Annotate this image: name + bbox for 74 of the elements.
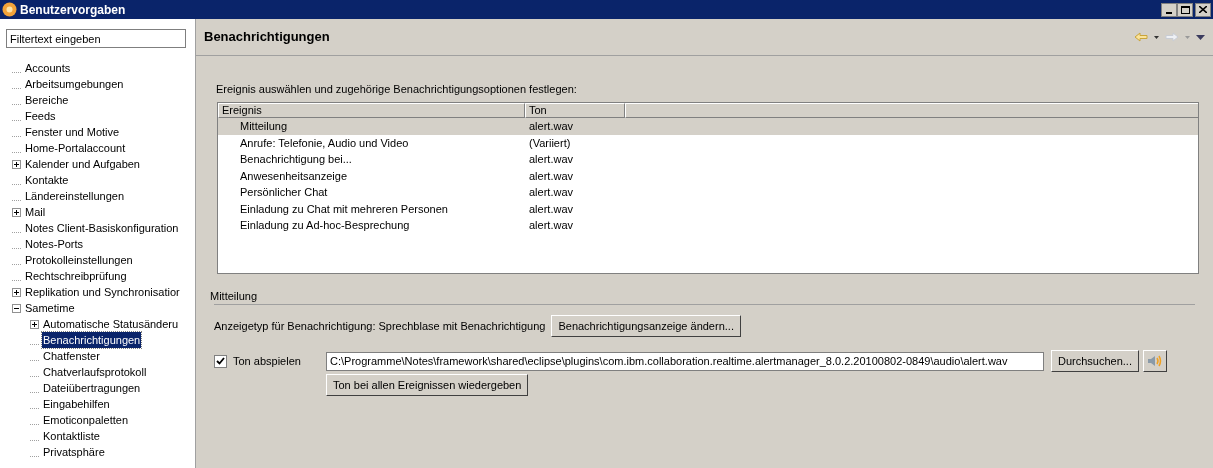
tree-item[interactable]: Kontaktliste bbox=[42, 427, 101, 445]
tree-item[interactable]: Ländereinstellungen bbox=[24, 187, 126, 205]
close-button[interactable] bbox=[1195, 2, 1211, 17]
tree-item[interactable]: Protokolleinstellungen bbox=[24, 251, 134, 269]
tree-item[interactable]: Dateiübertragungen bbox=[42, 379, 142, 397]
tree-item[interactable]: Kontakte bbox=[24, 171, 70, 189]
table-row[interactable]: Anrufe: Telefonie, Audio und Video (Variiert) bbox=[218, 134, 1198, 151]
tree-item[interactable]: Arbeitsumgebungen bbox=[24, 75, 125, 93]
table-cell-text: Anwesenheitsanzeige bbox=[239, 168, 349, 184]
maximize-button[interactable] bbox=[1177, 2, 1193, 17]
description-text: Ereignis auswählen und zugehörige Benachrichtigungsoptionen festlegen: bbox=[216, 82, 578, 95]
column-header[interactable]: Ton bbox=[525, 103, 625, 118]
close-icon bbox=[1199, 6, 1207, 13]
expand-icon[interactable] bbox=[12, 207, 21, 217]
table-row[interactable]: Benachrichtigung bei... alert.wav bbox=[218, 151, 1198, 168]
tree-item[interactable]: Benachrichtigungen bbox=[42, 331, 142, 349]
page-title: Benachrichtigungen bbox=[204, 28, 330, 47]
table-cell-text: Benachrichtigung bei... bbox=[239, 152, 353, 167]
column-header[interactable]: Ereignis bbox=[218, 103, 525, 118]
table-cell-text: alert.wav bbox=[528, 201, 575, 217]
play-all-button[interactable]: Ton bei allen Ereignissen wiedergeben bbox=[326, 374, 529, 396]
table-cell-text: Einladung zu Ad-hoc-Besprechung bbox=[239, 218, 411, 233]
browse-button[interactable]: Durchsuchen... bbox=[1051, 350, 1139, 372]
tree-item[interactable]: Rechtschreibprüfung bbox=[24, 267, 128, 285]
tree-item[interactable]: Chatfenster bbox=[42, 347, 101, 365]
sound-path-field[interactable]: C:\Programme\Notes\framework\shared\eclipse\plugins\com.ibm.collaboration.realtime.alertmanager_8.0.2.20100802-0849\audio\alert.wav bbox=[326, 351, 1044, 371]
filter-field[interactable]: Filtertext eingeben bbox=[6, 29, 186, 48]
table-cell-text: Anrufe: Telefonie, Audio und Video bbox=[239, 135, 410, 151]
table-cell-text: alert.wav bbox=[528, 218, 575, 233]
table-cell-text: Einladung zu Chat mit mehreren Personen bbox=[239, 201, 449, 217]
view-menu-icon[interactable] bbox=[1196, 34, 1205, 40]
display-type-text: Anzeigetyp für Benachrichtigung: Sprechblase mit Benachrichtigung bbox=[214, 318, 546, 334]
table-cell-text: (Variiert) bbox=[528, 135, 572, 151]
table-cell-text: Persönlicher Chat bbox=[239, 185, 329, 200]
group-title: Mitteilung bbox=[210, 289, 259, 303]
tree-item[interactable]: Automatische Statusänderu bbox=[42, 315, 180, 333]
tree-item[interactable]: Sametime bbox=[24, 299, 76, 317]
change-display-button[interactable]: Benachrichtigungsanzeige ändern... bbox=[551, 315, 741, 337]
dropdown-caret-icon[interactable] bbox=[1154, 35, 1159, 39]
table-row[interactable]: Anwesenheitsanzeige alert.wav bbox=[218, 167, 1198, 184]
play-sound-button[interactable] bbox=[1143, 350, 1167, 372]
expand-icon[interactable] bbox=[12, 287, 21, 297]
tree-item[interactable]: Feeds bbox=[24, 107, 57, 125]
tree-item[interactable]: Chatverlaufsprotokoll bbox=[42, 363, 148, 381]
tree-item[interactable]: Notes-Ports bbox=[24, 235, 85, 253]
table-cell-text: alert.wav bbox=[528, 119, 575, 134]
table-row[interactable]: Einladung zu Ad-hoc-Besprechung alert.wav bbox=[218, 217, 1198, 234]
tree-item[interactable]: Bereiche bbox=[24, 91, 70, 109]
table-cell-text: alert.wav bbox=[528, 168, 575, 184]
table-row[interactable]: Persönlicher Chat alert.wav bbox=[218, 184, 1198, 201]
app-logo-icon bbox=[2, 2, 17, 17]
expand-icon[interactable] bbox=[30, 319, 39, 329]
table-cell-text: alert.wav bbox=[528, 185, 575, 200]
tree-item[interactable]: Kalender und Aufgaben bbox=[24, 155, 141, 173]
tree-item[interactable]: Notes Client-Basiskonfiguration bbox=[24, 219, 180, 237]
minimize-button[interactable] bbox=[1161, 2, 1177, 17]
play-sound-label[interactable]: Ton abspielen bbox=[233, 352, 301, 370]
tree-item[interactable]: Replikation und Synchronisatior bbox=[24, 283, 181, 301]
tree-item[interactable]: Fenster und Motive bbox=[24, 123, 121, 141]
expand-icon[interactable] bbox=[12, 159, 21, 169]
speaker-icon bbox=[1147, 355, 1163, 367]
tree-item[interactable]: Eingabehilfen bbox=[42, 395, 111, 413]
table-row[interactable]: Mitteilung alert.wav bbox=[218, 118, 1198, 135]
tree-item[interactable]: Emoticonpaletten bbox=[42, 411, 129, 429]
window-title: Benutzervorgaben bbox=[20, 1, 126, 19]
tree-item[interactable]: Privatsphäre bbox=[42, 443, 106, 461]
tree-item[interactable]: Home-Portalaccount bbox=[24, 139, 127, 157]
table-cell-text: alert.wav bbox=[528, 152, 575, 167]
tree-item[interactable]: Accounts bbox=[24, 59, 72, 77]
play-sound-checkbox[interactable] bbox=[214, 354, 227, 368]
collapse-icon[interactable] bbox=[12, 303, 21, 313]
tree-item[interactable]: Mail bbox=[24, 203, 47, 221]
table-row[interactable]: Einladung zu Chat mit mehreren Personen alert.wav bbox=[218, 200, 1198, 217]
table-cell-text: Mitteilung bbox=[239, 119, 289, 134]
